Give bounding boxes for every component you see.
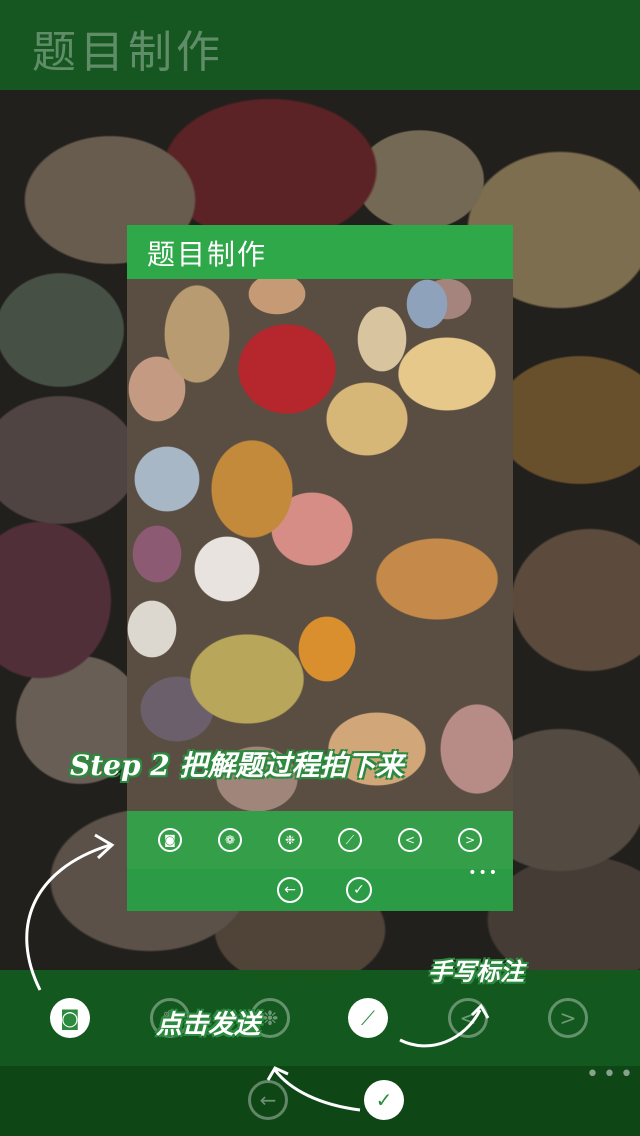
send-annotation: 点击发送 xyxy=(156,1010,261,1040)
step2-annotation: Step 2 把解题过程拍下来 xyxy=(70,749,404,782)
annotation-arrows xyxy=(25,833,490,1112)
handwrite-annotation: 手写标注 xyxy=(428,957,524,986)
